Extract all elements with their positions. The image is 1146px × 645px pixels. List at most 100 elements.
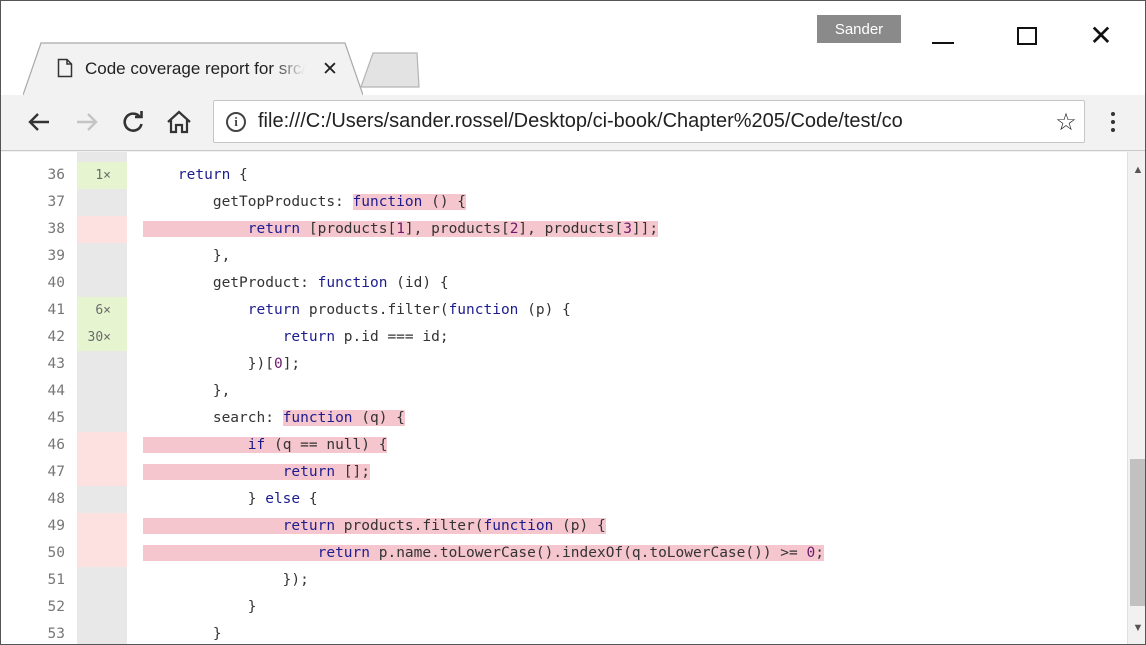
- browser-toolbar: i file:///C:/Users/sander.rossel/Desktop…: [1, 95, 1145, 151]
- line-number: 40: [47, 275, 65, 291]
- line-number: 43: [47, 356, 65, 372]
- code-text: return [];: [143, 459, 370, 486]
- execution-count: [77, 216, 127, 243]
- code-line: 36 1× return {: [1, 162, 1127, 189]
- reload-button[interactable]: [115, 103, 151, 141]
- code-line: 51 });: [1, 567, 1127, 594]
- profile-button[interactable]: Sander: [817, 15, 901, 43]
- code-text: return p.name.toLowerCase().indexOf(q.to…: [143, 540, 824, 567]
- uncovered-statement: if (q == null) {: [143, 437, 388, 453]
- code-text: return products.filter(function (p) {: [247, 302, 571, 318]
- maximize-icon: [1017, 27, 1037, 45]
- new-tab-button[interactable]: [359, 49, 421, 89]
- maximize-button[interactable]: [1007, 19, 1047, 53]
- line-number: 49: [47, 518, 65, 534]
- code-line: 38 return [products[1], products[2], pro…: [1, 216, 1127, 243]
- code-text: }: [143, 626, 222, 642]
- code-text: })[0];: [143, 356, 301, 372]
- close-icon: ✕: [1089, 20, 1113, 51]
- line-number: 45: [47, 410, 65, 426]
- code-line: 45 search: function (q) {: [1, 405, 1127, 432]
- code-text: return products.filter(function (p) {: [143, 513, 606, 540]
- execution-count: [77, 189, 127, 216]
- page-document-icon: [57, 58, 73, 78]
- line-number: 50: [47, 545, 65, 561]
- scroll-up-arrow-icon[interactable]: ▲: [1128, 162, 1145, 178]
- execution-count: [77, 486, 127, 513]
- line-number: 39: [47, 248, 65, 264]
- execution-count: [77, 540, 127, 567]
- code-text: },: [143, 248, 231, 264]
- uncovered-statement: return p.name.toLowerCase().indexOf(q.to…: [143, 545, 824, 561]
- code-line: 40 getProduct: function (id) {: [1, 270, 1127, 297]
- tab-title[interactable]: Code coverage report for src/services/pr…: [85, 59, 305, 81]
- line-number: 38: [47, 221, 65, 237]
- close-window-button[interactable]: ✕: [1081, 19, 1121, 53]
- minimize-button[interactable]: [923, 19, 963, 53]
- browser-window: Sander ✕ Code coverage report for src/se…: [0, 0, 1146, 645]
- code-line: 39 },: [1, 243, 1127, 270]
- tab-close-button[interactable]: ✕: [319, 57, 341, 81]
- line-number: 47: [47, 464, 65, 480]
- line-number: 35: [1, 152, 65, 162]
- uncovered-function: function () {: [352, 194, 467, 210]
- line-number: 51: [47, 572, 65, 588]
- code-text: return [products[1], products[2], produc…: [143, 216, 659, 243]
- execution-count: [77, 378, 127, 405]
- home-button[interactable]: [161, 103, 197, 141]
- uncovered-function: function (q) {: [282, 410, 405, 426]
- back-button[interactable]: [21, 103, 57, 141]
- scroll-down-arrow-icon[interactable]: ▼: [1128, 620, 1145, 636]
- line-number: 36: [47, 167, 65, 183]
- code-text: return {: [177, 167, 248, 183]
- execution-count: [77, 405, 127, 432]
- line-number: 41: [47, 302, 65, 318]
- menu-dots-icon[interactable]: [1101, 105, 1125, 139]
- forward-button[interactable]: [69, 103, 105, 141]
- execution-count: [77, 513, 127, 540]
- minimize-icon: [932, 42, 954, 44]
- code-line: 53 }: [1, 621, 1127, 644]
- address-bar[interactable]: i file:///C:/Users/sander.rossel/Desktop…: [213, 100, 1085, 143]
- line-number: 53: [47, 626, 65, 642]
- code-text: }: [143, 599, 257, 615]
- site-info-icon[interactable]: i: [226, 112, 246, 132]
- home-icon: [167, 110, 191, 134]
- code-line: 50 return p.name.toLowerCase().indexOf(q…: [1, 540, 1127, 567]
- line-number: 48: [47, 491, 65, 507]
- execution-count: 1×: [77, 162, 127, 189]
- execution-count: [77, 594, 127, 621]
- code-line: 42 30× return p.id === id;: [1, 324, 1127, 351]
- uncovered-statement: return products.filter(function (p) {: [143, 518, 606, 534]
- execution-count: [77, 243, 127, 270]
- code-text: search: function (q) {: [143, 410, 405, 426]
- tab-close-icon: ✕: [322, 58, 338, 80]
- reload-icon: [123, 111, 143, 132]
- code-text: } else {: [143, 491, 318, 507]
- execution-count: [77, 432, 127, 459]
- uncovered-statement: return [];: [143, 464, 370, 480]
- url-input[interactable]: file:///C:/Users/sander.rossel/Desktop/c…: [258, 110, 1038, 136]
- execution-count: 30×: [77, 324, 127, 351]
- code-text: return p.id === id;: [282, 329, 449, 345]
- execution-count: [77, 567, 127, 594]
- code-line: 44 },: [1, 378, 1127, 405]
- back-arrow-icon: [28, 113, 49, 131]
- scrollbar-thumb[interactable]: [1130, 459, 1145, 606]
- code-text: },: [143, 383, 231, 399]
- line-number: 44: [47, 383, 65, 399]
- code-text: });: [143, 572, 309, 588]
- line-number: 46: [47, 437, 65, 453]
- line-number: 37: [47, 194, 65, 210]
- vertical-scrollbar[interactable]: ▲ ▼: [1127, 152, 1145, 644]
- code-text: getTopProducts: function () {: [143, 194, 467, 210]
- execution-count: [77, 621, 127, 644]
- bookmark-star-icon[interactable]: ☆: [1052, 107, 1080, 137]
- execution-count: [77, 351, 127, 378]
- line-number: 42: [47, 329, 65, 345]
- tab-strip: Sander ✕ Code coverage report for src/se…: [1, 1, 1145, 95]
- execution-count: 6×: [77, 297, 127, 324]
- code-text: getProduct: function (id) {: [143, 275, 449, 291]
- code-line: 46 if (q == null) {: [1, 432, 1127, 459]
- code-line: 35: [1, 152, 1127, 162]
